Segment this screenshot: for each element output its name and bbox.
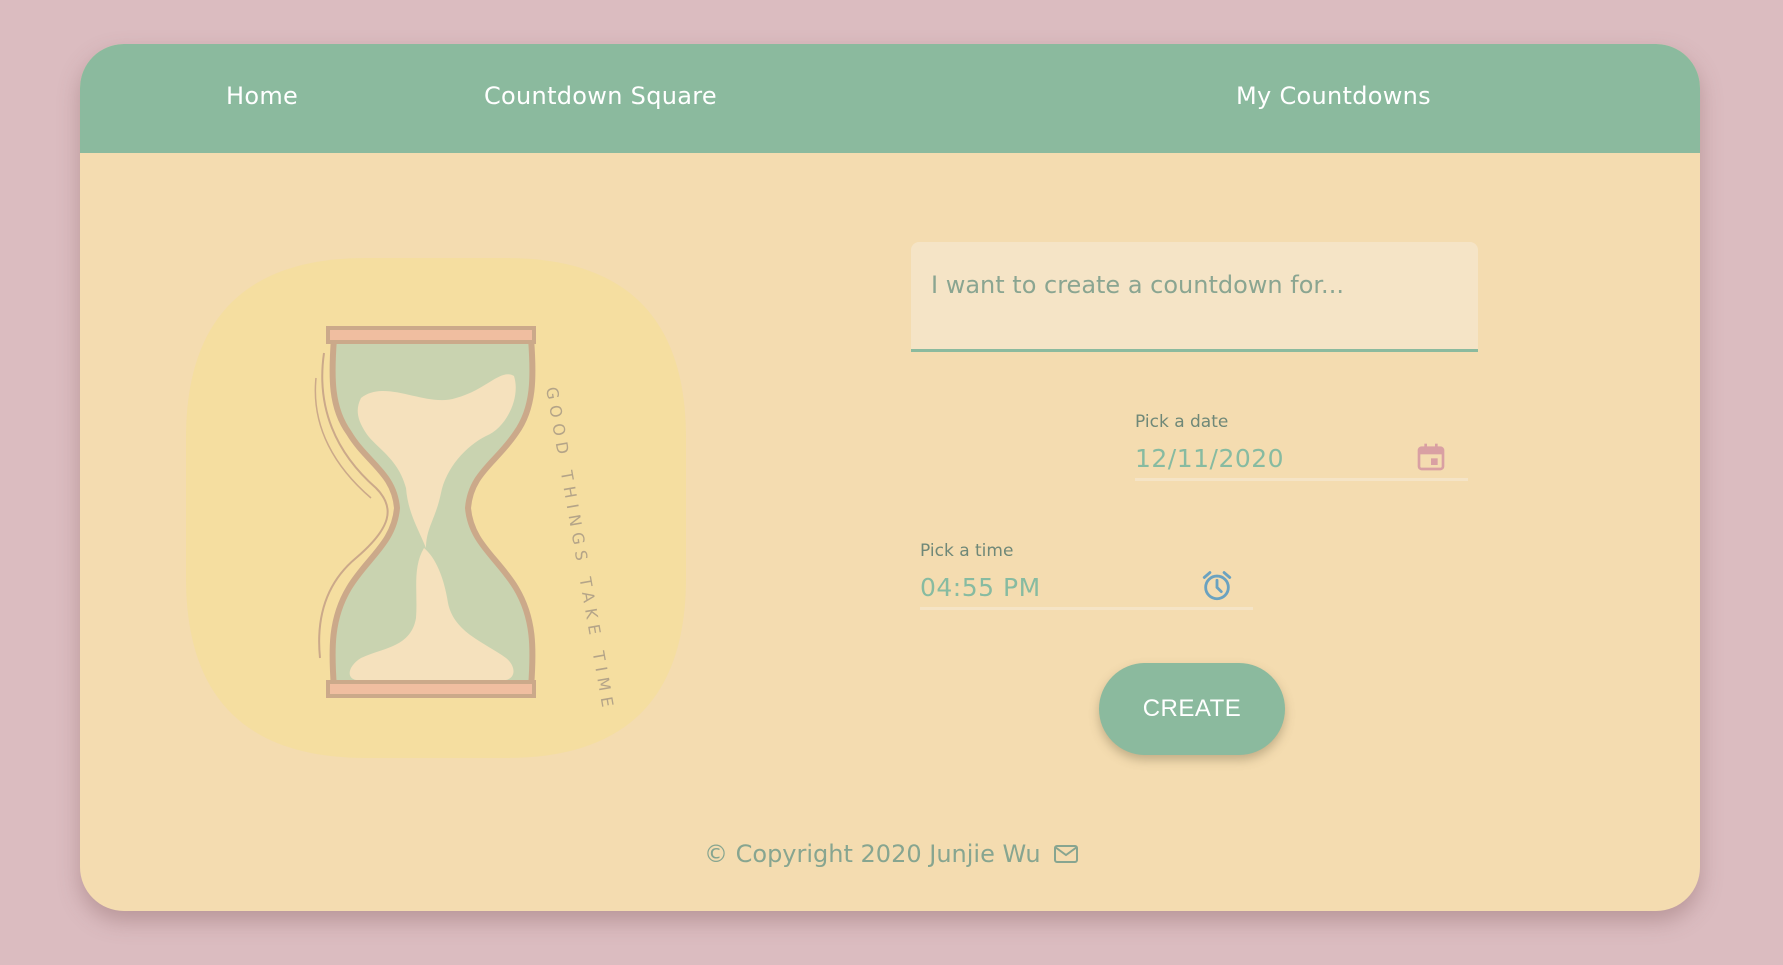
calendar-icon[interactable] [1415,441,1447,473]
footer: © Copyright 2020 Junjie Wu [704,840,1079,868]
navbar: Home Countdown Square My Countdowns [80,44,1700,153]
time-underline [920,607,1253,610]
date-label: Pick a date [1135,412,1229,432]
nav-home-link[interactable]: Home [226,82,298,110]
date-input[interactable]: 12/11/2020 [1135,444,1284,473]
nav-my-countdowns-link[interactable]: My Countdowns [1236,82,1431,110]
date-underline [1135,478,1468,481]
hourglass-illustration: GOOD THINGS TAKE TIME [186,258,686,758]
create-button[interactable]: CREATE [1099,663,1285,755]
mail-icon[interactable] [1053,843,1079,865]
time-label: Pick a time [920,541,1014,561]
alarm-clock-icon[interactable] [1200,569,1234,603]
time-input[interactable]: 04:55 PM [920,573,1041,602]
countdown-description-field[interactable] [911,242,1478,352]
copyright-text: © Copyright 2020 Junjie Wu [704,840,1041,868]
nav-countdown-square-link[interactable]: Countdown Square [484,82,717,110]
main-card: Home Countdown Square My Countdowns GOOD… [80,44,1700,911]
countdown-description-input[interactable] [929,270,1453,300]
